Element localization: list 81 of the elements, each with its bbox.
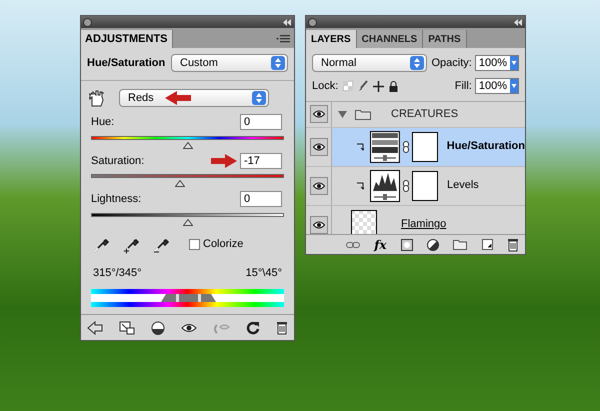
opacity-label: Opacity: xyxy=(432,56,472,71)
new-layer-icon[interactable] xyxy=(482,239,493,250)
slider-thumb[interactable] xyxy=(182,218,192,226)
expand-view-icon[interactable] xyxy=(119,320,136,334)
trash-icon[interactable] xyxy=(276,320,288,334)
visibility-toggle[interactable] xyxy=(310,105,328,123)
layer-row[interactable]: Hue/Saturation xyxy=(306,128,525,166)
adjustment-layer-icon[interactable] xyxy=(427,238,440,250)
visibility-toggle[interactable] xyxy=(310,138,328,156)
panel-tab[interactable]: PATHS xyxy=(423,30,467,48)
value-field[interactable]: 0 xyxy=(240,191,282,208)
fx-button[interactable]: fx xyxy=(374,236,387,254)
close-icon[interactable] xyxy=(308,18,317,26)
clip-layer-icon[interactable] xyxy=(151,320,166,336)
value-field[interactable]: -17 xyxy=(240,152,282,169)
panel-tab[interactable]: LAYERS xyxy=(306,30,357,48)
chain-link-icon xyxy=(403,180,409,192)
channel-dropdown[interactable]: Reds xyxy=(119,89,269,107)
visibility-toggle[interactable] xyxy=(310,216,328,234)
eye-icon xyxy=(312,110,324,118)
stepper-icon[interactable] xyxy=(252,91,266,105)
opacity-field[interactable]: 100% xyxy=(474,55,519,71)
slider-thumb[interactable] xyxy=(174,180,185,187)
move-icon[interactable] xyxy=(373,80,384,92)
range-start-label: 315°/345° xyxy=(93,266,142,280)
panel-tab[interactable]: ADJUSTMENTS xyxy=(81,30,173,48)
panel-tab[interactable]: CHANNELS xyxy=(356,30,424,48)
clipping-arrow-icon xyxy=(356,142,364,150)
stepper-icon[interactable] xyxy=(410,56,424,70)
slider-thumb[interactable] xyxy=(182,142,192,148)
visibility-toggle[interactable] xyxy=(310,176,328,194)
padlock-icon[interactable] xyxy=(389,80,398,92)
layer-mask-thumbnail xyxy=(412,170,438,200)
slider-label: Hue: xyxy=(91,115,114,130)
clipping-arrow-icon xyxy=(356,182,364,190)
range-end-label: 15°\45° xyxy=(246,266,282,280)
eye-icon xyxy=(312,142,324,150)
fill-field[interactable]: 100% xyxy=(474,78,519,94)
eye-icon xyxy=(312,220,324,228)
panel-menu-icon[interactable] xyxy=(276,35,290,43)
layer-row[interactable]: CREATURES xyxy=(306,102,525,128)
blend-mode-dropdown[interactable]: Normal xyxy=(312,54,427,72)
link-icon[interactable] xyxy=(346,240,360,248)
collapse-icon[interactable] xyxy=(513,18,523,26)
preset-dropdown[interactable]: Custom xyxy=(171,54,288,72)
annotation-arrow-icon xyxy=(211,154,237,168)
layer-row[interactable]: Flamingo xyxy=(306,206,525,234)
hue-saturation-thumbnail xyxy=(370,130,400,162)
fill-label: Fill: xyxy=(454,79,472,94)
levels-thumbnail xyxy=(370,170,400,202)
eye-icon[interactable] xyxy=(181,322,198,332)
folder-icon xyxy=(355,108,371,120)
colorize-label: Colorize xyxy=(203,237,244,252)
adjustment-type-label: Hue/Saturation xyxy=(87,56,166,71)
expand-triangle-icon[interactable] xyxy=(338,110,347,118)
stepper-icon[interactable] xyxy=(271,56,285,70)
layer-mask-thumbnail xyxy=(412,132,438,162)
trash-icon[interactable] xyxy=(506,238,519,252)
eye-icon xyxy=(312,182,324,190)
back-arrow-icon[interactable] xyxy=(87,320,103,334)
transparent-layer-thumbnail xyxy=(351,210,377,234)
mask-icon[interactable] xyxy=(400,238,413,250)
brush-icon[interactable] xyxy=(358,80,368,92)
layer-name[interactable]: Flamingo xyxy=(401,216,446,233)
colorize-checkbox[interactable] xyxy=(189,239,200,250)
annotation-arrow-icon xyxy=(165,91,191,105)
hand-adjust-icon[interactable] xyxy=(87,89,105,107)
layer-name[interactable]: Hue/Saturation xyxy=(446,138,525,155)
slider-label: Saturation: xyxy=(91,154,144,168)
layer-name[interactable]: CREATURES xyxy=(391,106,458,122)
lock-label: Lock: xyxy=(312,79,338,94)
layer-name[interactable]: Levels xyxy=(447,177,479,194)
value-field[interactable]: 0 xyxy=(240,114,282,130)
folder-icon[interactable] xyxy=(453,239,468,250)
chain-link-icon xyxy=(402,140,409,152)
lock-transparency-icon[interactable] xyxy=(343,81,354,92)
slider-label: Lightness: xyxy=(91,192,142,207)
reset-icon[interactable] xyxy=(246,320,260,334)
close-icon[interactable] xyxy=(83,18,92,26)
collapse-icon[interactable] xyxy=(282,18,292,26)
layer-row[interactable]: Levels xyxy=(306,166,525,206)
